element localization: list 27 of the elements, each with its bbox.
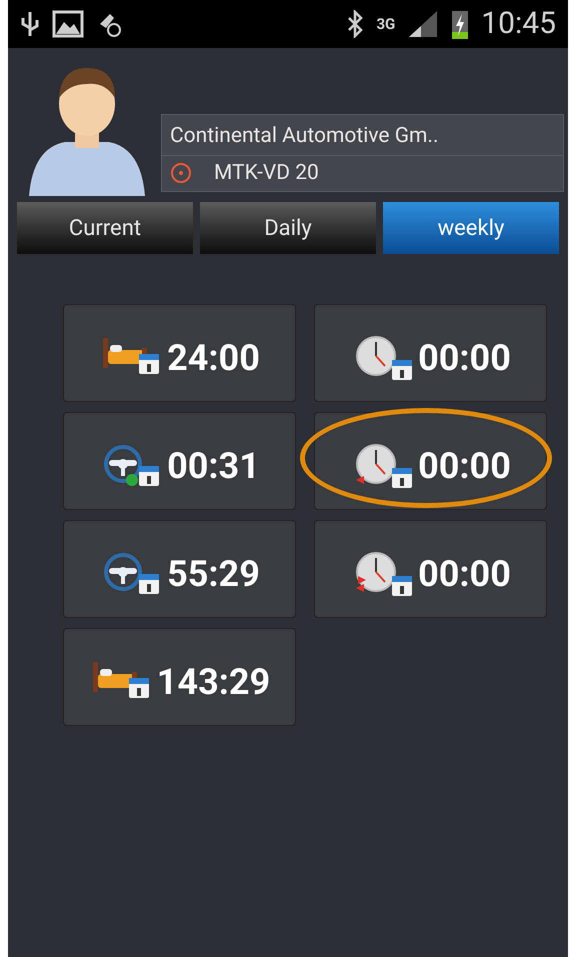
stat-tile[interactable]: 00:00	[314, 304, 547, 402]
network-type: 3G	[376, 14, 396, 35]
stat-tile[interactable]: 143:29	[63, 628, 296, 726]
duration-value: 143:29	[156, 660, 270, 705]
target-icon	[170, 162, 192, 184]
stat-tile[interactable]: 55:29	[63, 520, 296, 618]
company-name: Continental Automotive Gm..	[162, 115, 563, 156]
vehicle-model: MTK-VD 20	[214, 160, 319, 186]
stat-tile[interactable]: 24:00	[63, 304, 296, 402]
tab[interactable]: weekly	[383, 202, 559, 254]
duration-value: 00:00	[418, 552, 511, 597]
duration-value: 00:00	[418, 336, 511, 381]
duration-value: 00:00	[418, 444, 511, 489]
stat-tile[interactable]: 00:31	[63, 412, 296, 510]
duration-value: 24:00	[167, 336, 260, 381]
stat-tile[interactable]: 00:00	[314, 520, 547, 618]
signal-icon	[407, 9, 440, 39]
usb-icon	[20, 10, 40, 38]
clock-time: 10:45	[481, 9, 556, 39]
duration-value: 00:31	[167, 444, 260, 489]
image-icon	[52, 10, 84, 38]
stat-tile[interactable]: 00:00	[314, 412, 547, 510]
battery-charging-icon	[451, 8, 470, 40]
bluetooth-icon	[346, 10, 364, 38]
tab[interactable]: Current	[17, 202, 193, 254]
duration-value: 55:29	[167, 552, 260, 597]
tab[interactable]: Daily	[200, 202, 376, 254]
